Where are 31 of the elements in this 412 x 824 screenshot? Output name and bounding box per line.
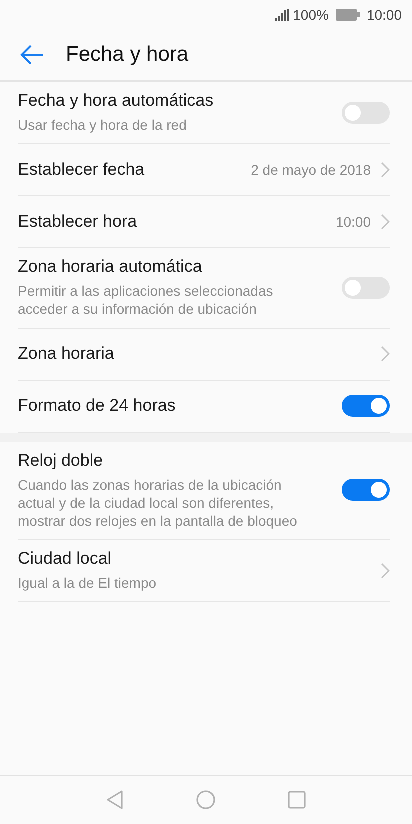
chevron-right-icon[interactable] [381, 214, 390, 230]
setting-title[interactable]: Reloj doble [18, 450, 334, 471]
status-time: 10:00 [366, 7, 402, 23]
signal-icon [275, 9, 290, 21]
chevron-right-icon[interactable] [381, 562, 390, 579]
battery-icon [336, 9, 360, 21]
setting-title[interactable]: Establecer hora [18, 212, 328, 232]
back-icon[interactable] [106, 790, 124, 810]
page-title: Fecha y hora [66, 43, 189, 67]
setting-title[interactable]: Zona horaria [18, 344, 371, 364]
setting-description: Cuando las zonas horarias de la ubicación actual y de la ciudad local son diferentes, mostrar dos relojes en la pantalla de bloqueo [18, 476, 298, 530]
chevron-right-icon[interactable] [381, 346, 390, 362]
battery-percent: 100% [293, 7, 329, 23]
toggle-switch[interactable] [342, 395, 390, 418]
setting-title[interactable]: Establecer fecha [18, 160, 244, 180]
setting-value: 2 de mayo de 2018 [251, 162, 371, 178]
setting-title[interactable]: Formato de 24 horas [18, 396, 334, 416]
toggle-switch[interactable] [342, 276, 390, 299]
setting-description: Permitir a las aplicaciones seleccionadas acceder a su información de ubicación [18, 282, 274, 319]
toggle-switch[interactable] [342, 102, 390, 124]
chevron-right-icon[interactable] [381, 162, 390, 178]
setting-description: Igual a la de El tiempo [18, 574, 158, 592]
back-arrow-icon[interactable] [20, 45, 44, 65]
setting-title[interactable]: Fecha y hora automáticas [18, 91, 334, 111]
setting-title[interactable]: Ciudad local [18, 549, 371, 570]
home-icon[interactable] [196, 790, 216, 810]
setting-value: 10:00 [336, 214, 371, 230]
recents-icon[interactable] [288, 791, 306, 809]
setting-description: Usar fecha y hora de la red [18, 116, 188, 134]
setting-title[interactable]: Zona horaria automática [18, 257, 334, 278]
toggle-switch[interactable] [342, 479, 390, 502]
